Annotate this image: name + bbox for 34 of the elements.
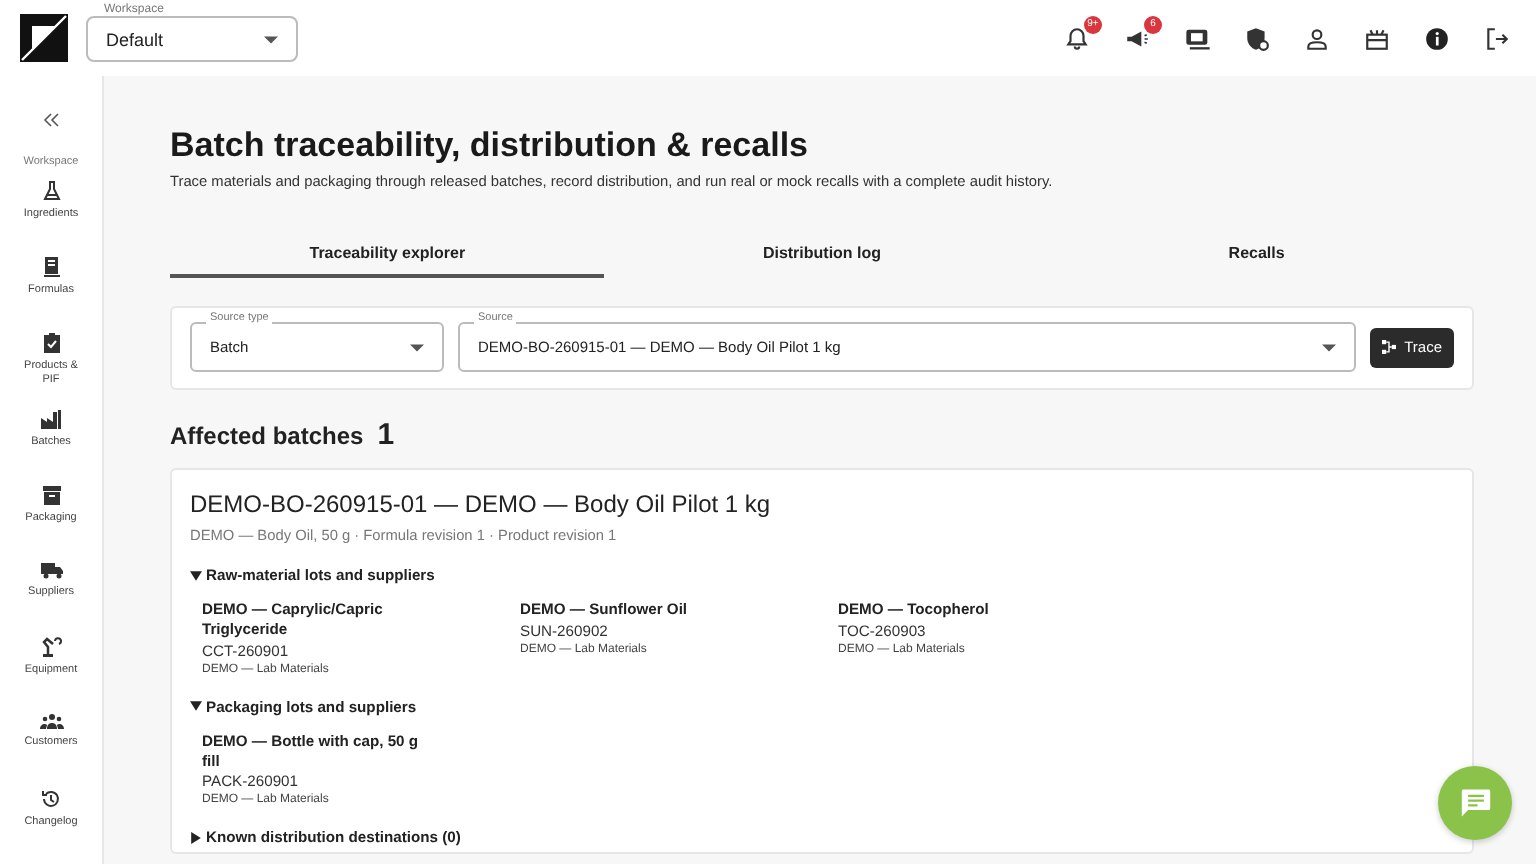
caret-icon <box>410 343 424 351</box>
graph-icon <box>1382 340 1397 354</box>
batch-title: DEMO-BO-260915-01 — DEMO — Body Oil Pilot 1 kg <box>190 490 773 518</box>
page-title: Batch traceability, distribution & recalls <box>170 126 810 166</box>
user-icon <box>1304 25 1330 51</box>
collapse-icon <box>42 111 60 127</box>
shield-icon <box>1244 25 1270 51</box>
tab[interactable]: Distribution log <box>604 230 1040 278</box>
box-icon <box>41 484 61 506</box>
expanded-caret-icon <box>190 700 202 713</box>
logo-icon <box>20 14 68 62</box>
gift-icon <box>1364 25 1390 51</box>
robot-arm-icon <box>40 636 62 658</box>
tab[interactable]: Traceability explorer <box>170 230 605 278</box>
section-heading: Affected batches <box>170 422 364 450</box>
caret-icon <box>264 35 278 43</box>
document-icon <box>41 256 61 278</box>
chat-icon <box>1459 788 1491 818</box>
collapsed-caret-icon <box>190 831 202 844</box>
people-icon <box>39 712 63 730</box>
logout-icon <box>1484 25 1510 51</box>
clipboard-icon <box>41 332 61 354</box>
expanded-caret-icon <box>190 569 202 581</box>
history-icon <box>40 788 62 810</box>
batch-count: 1 <box>377 418 395 452</box>
info-icon <box>1424 25 1450 51</box>
flask-icon <box>41 180 61 202</box>
caret-icon <box>1322 343 1337 351</box>
tab[interactable]: Recalls <box>1039 230 1474 278</box>
factory-icon <box>40 408 62 430</box>
bell-icon <box>1064 25 1090 51</box>
workspace-select[interactable]: Default <box>86 16 298 62</box>
monitor-icon <box>1183 25 1211 51</box>
truck-icon <box>39 560 63 580</box>
